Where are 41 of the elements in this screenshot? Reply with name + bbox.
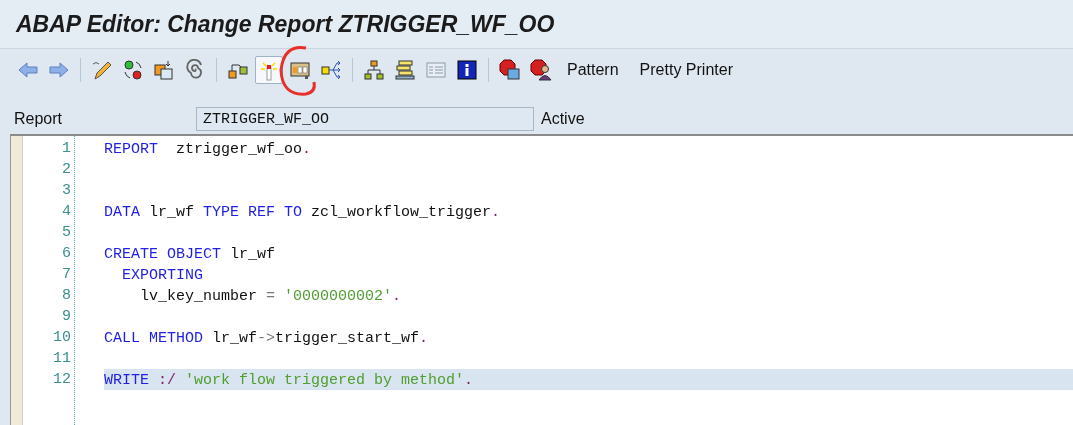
line-number: 11 (52, 349, 72, 369)
code-line: DATA lr_wf TYPE REF TO zcl_workflow_trigger. (104, 203, 501, 223)
pencil-icon (91, 59, 113, 81)
stop-sign-user-icon (530, 59, 552, 81)
toolbar-button[interactable] (527, 56, 555, 84)
toolbar-text-button[interactable]: Pretty Printer (630, 56, 742, 84)
toolbar-text-button[interactable]: Pattern (558, 56, 628, 84)
line-number: 6 (61, 244, 72, 264)
line-number: 10 (52, 328, 72, 348)
forward-arrow-icon (48, 59, 70, 81)
code-line: CALL METHOD lr_wf->trigger_start_wf. (104, 329, 429, 349)
table-window-icon (289, 59, 311, 81)
code-line: EXPORTING (121, 266, 204, 286)
info-icon (456, 59, 478, 81)
report-label: Report (14, 110, 64, 128)
copy-icon (153, 59, 175, 81)
report-name-field[interactable]: ZTRIGGER_WF_OO (196, 107, 534, 131)
code-line: CREATE OBJECT lr_wf (104, 245, 276, 265)
stacked-layers-icon (394, 59, 416, 81)
hierarchy-icon (363, 59, 385, 81)
back-arrow-icon (17, 59, 39, 81)
code-editor[interactable] (10, 134, 1073, 425)
line-number: 5 (61, 223, 72, 243)
line-number: 3 (61, 181, 72, 201)
code-line: REPORT ztrigger_wf_oo. (104, 140, 312, 160)
code-line: lv_key_number = '0000000002'. (139, 287, 402, 307)
line-number: 12 (52, 370, 72, 390)
list-panel-icon (425, 59, 447, 81)
branching-arrows-icon (320, 59, 342, 81)
line-number: 1 (61, 139, 72, 159)
line-number: 4 (61, 202, 72, 222)
wand-icon (258, 59, 280, 81)
line-number: 7 (61, 265, 72, 285)
colored-dots-icon (122, 59, 144, 81)
status-text: Active (541, 110, 585, 128)
line-number: 2 (61, 160, 72, 180)
stop-sign-window-icon (499, 59, 521, 81)
line-number: 9 (61, 307, 72, 327)
window-title: ABAP Editor: Change Report ZTRIGGER_WF_OO (16, 10, 555, 38)
line-number: 8 (61, 286, 72, 306)
code-line: WRITE :/ 'work flow triggered by method'. (104, 371, 474, 391)
